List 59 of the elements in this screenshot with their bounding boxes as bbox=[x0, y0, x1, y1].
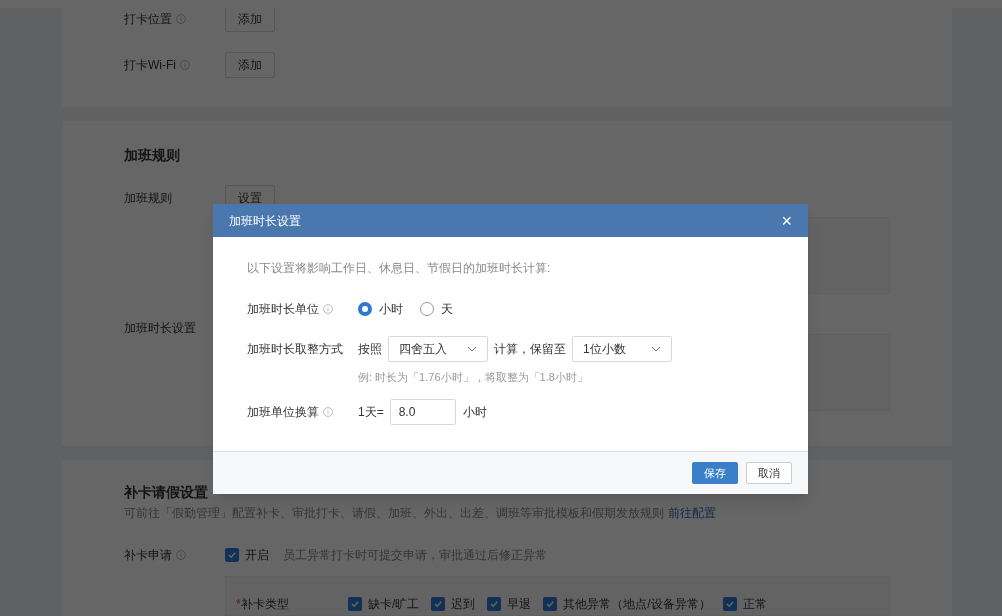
dropdown[interactable]: 四舍五入 bbox=[388, 336, 488, 362]
field-label: 打卡Wi-Fi bbox=[124, 57, 176, 74]
info-icon bbox=[176, 550, 186, 560]
add-button[interactable]: 添加 bbox=[225, 52, 275, 78]
radio-label: 小时 bbox=[379, 301, 403, 318]
check-icon bbox=[433, 599, 444, 609]
close-button[interactable]: × bbox=[781, 211, 792, 230]
checkbox-label: 其他异常（地点/设备异常） bbox=[563, 596, 711, 613]
section-title: 加班规则 bbox=[124, 146, 181, 165]
check-icon bbox=[545, 599, 556, 609]
add-button[interactable]: 添加 bbox=[225, 6, 275, 32]
chevron-down-icon bbox=[651, 346, 661, 352]
checkbox[interactable] bbox=[225, 548, 239, 562]
info-icon bbox=[323, 304, 333, 314]
check-icon bbox=[227, 550, 237, 560]
checkbox[interactable] bbox=[431, 597, 446, 611]
checkbox-label: 早退 bbox=[507, 596, 532, 613]
checkbox[interactable] bbox=[487, 597, 502, 611]
config-link[interactable]: 前往配置 bbox=[668, 504, 716, 522]
field-label: 加班规则 bbox=[124, 190, 172, 207]
field-label: 加班时长单位 bbox=[247, 301, 319, 318]
required-mark: * bbox=[236, 596, 241, 613]
field-label: 加班时长取整方式 bbox=[247, 341, 343, 358]
field-label: 打卡位置 bbox=[124, 11, 172, 28]
info-icon bbox=[323, 406, 333, 417]
dropdown-value: 1位小数 bbox=[583, 341, 626, 358]
check-icon bbox=[724, 599, 735, 609]
checkbox[interactable] bbox=[348, 597, 362, 611]
example-text: 例: 时长为「1.76小时」，将取整为「1.8小时」 bbox=[358, 370, 589, 385]
dropdown[interactable]: 1位小数 bbox=[572, 336, 672, 362]
intro-text: 以下设置将影响工作日、休息日、节假日的加班时长计算: bbox=[247, 260, 552, 277]
radio-label: 天 bbox=[441, 301, 453, 318]
field-label: 按照 bbox=[358, 341, 382, 358]
field-label: 加班单位换算 bbox=[247, 403, 319, 421]
save-button[interactable]: 保存 bbox=[692, 462, 738, 484]
dropdown-value: 四舍五入 bbox=[399, 341, 447, 358]
unit-label: 小时 bbox=[462, 403, 487, 421]
section-title: 补卡请假设置 bbox=[124, 483, 209, 502]
field-label: 加班时长设置 bbox=[124, 320, 196, 337]
check-icon bbox=[350, 599, 360, 609]
checkbox[interactable] bbox=[543, 597, 558, 611]
cancel-button[interactable]: 取消 bbox=[746, 462, 792, 484]
info-icon bbox=[176, 14, 186, 24]
number-input[interactable]: 8.0 bbox=[389, 398, 456, 425]
field-label: 计算，保留至 bbox=[494, 341, 566, 358]
checkbox[interactable] bbox=[722, 597, 737, 611]
field-label: 补卡类型 bbox=[240, 596, 289, 613]
checkbox-label: 开启 bbox=[245, 547, 269, 564]
checkbox-label: 正常 bbox=[742, 596, 767, 613]
field-label: 1天= bbox=[358, 403, 384, 421]
field-label: 补卡申请 bbox=[124, 547, 172, 564]
checkbox-label: 迟到 bbox=[451, 596, 476, 613]
radio-button[interactable] bbox=[420, 302, 434, 316]
chevron-down-icon bbox=[467, 346, 477, 352]
checkbox-label: 缺卡/旷工 bbox=[368, 596, 420, 613]
info-icon bbox=[180, 60, 190, 70]
check-icon bbox=[489, 599, 500, 609]
radio-button[interactable] bbox=[358, 302, 372, 316]
dialog-title: 加班时长设置 bbox=[229, 212, 301, 230]
